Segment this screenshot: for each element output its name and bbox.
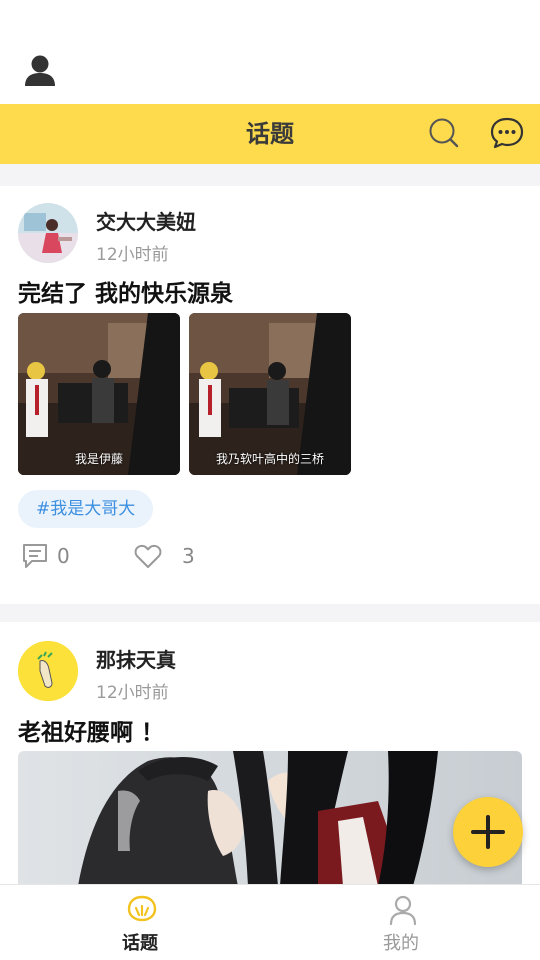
- topic-tag[interactable]: #我是大哥大: [18, 490, 154, 528]
- post-image[interactable]: 我是伊藤: [18, 313, 180, 475]
- post-title[interactable]: 老祖好腰啊 ！: [18, 713, 164, 747]
- user-tab-icon: [386, 893, 420, 927]
- like-count: 3: [182, 544, 195, 568]
- topic-tab-icon: [125, 893, 159, 927]
- comment-count: 0: [57, 544, 70, 568]
- top-bar: [0, 0, 540, 104]
- post-title[interactable]: 完结了 我的快乐源泉: [18, 274, 233, 308]
- image-caption: 我乃软叶高中的三桥: [215, 452, 324, 466]
- like-icon[interactable]: [133, 541, 163, 571]
- bottom-tab-bar: 话题 我的: [0, 884, 540, 960]
- section-divider: [0, 604, 540, 622]
- add-post-button[interactable]: [453, 797, 523, 867]
- message-icon[interactable]: [488, 115, 526, 151]
- post-username[interactable]: 交大大美妞: [96, 206, 196, 235]
- tab-mine[interactable]: 我的: [266, 885, 536, 960]
- search-icon[interactable]: [426, 115, 462, 151]
- tab-label: 话题: [122, 933, 158, 954]
- user-avatar[interactable]: [18, 203, 78, 263]
- post-image[interactable]: 我乃软叶高中的三桥: [189, 313, 351, 475]
- post-card[interactable]: 交大大美妞 12小时前 完结了 我的快乐源泉 我是伊藤 我乃软叶高中的三桥 #我…: [0, 186, 540, 604]
- comment-icon[interactable]: [20, 541, 50, 571]
- user-avatar[interactable]: [18, 641, 78, 701]
- tab-label: 我的: [383, 933, 419, 954]
- post-image[interactable]: [18, 751, 522, 886]
- tab-topics[interactable]: 话题: [5, 885, 275, 960]
- section-divider: [0, 164, 540, 186]
- profile-icon[interactable]: [22, 52, 58, 88]
- image-caption: 我是伊藤: [74, 452, 123, 466]
- post-username[interactable]: 那抹天真: [96, 644, 176, 673]
- post-time: 12小时前: [96, 683, 169, 703]
- post-time: 12小时前: [96, 245, 169, 265]
